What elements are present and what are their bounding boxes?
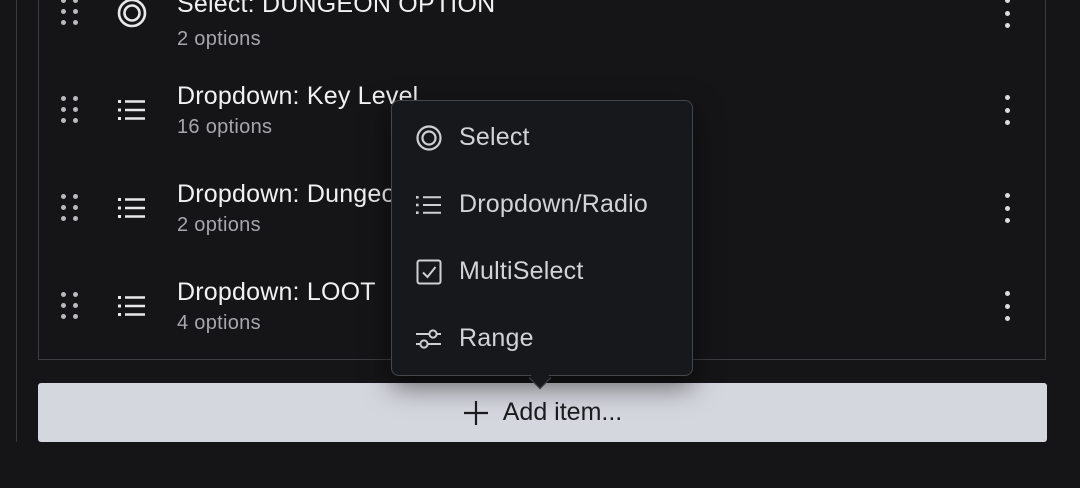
drag-handle-icon[interactable] (61, 96, 81, 126)
list-icon (118, 296, 145, 316)
checkbox-icon (416, 259, 442, 285)
menu-item-dropdown-radio[interactable]: Dropdown/Radio (392, 174, 692, 236)
menu-item-select[interactable]: Select (392, 107, 692, 169)
more-options-icon[interactable] (997, 93, 1017, 127)
plus-icon (463, 400, 488, 425)
item-title: Dropdown: Dungeon (177, 180, 410, 208)
more-options-icon[interactable] (997, 191, 1017, 225)
item-options-count: 2 options (177, 214, 261, 236)
add-item-button[interactable]: Add item... (38, 383, 1047, 442)
menu-item-label: MultiSelect (459, 257, 584, 285)
select-circle-icon (117, 0, 147, 28)
menu-item-range[interactable]: Range (392, 308, 692, 370)
more-options-icon[interactable] (997, 0, 1017, 30)
menu-item-label: Select (459, 123, 530, 151)
item-options-count: 16 options (177, 116, 273, 138)
drag-handle-icon[interactable] (61, 292, 81, 322)
item-title: Dropdown: LOOT (177, 278, 376, 306)
add-item-label: Add item... (502, 398, 623, 426)
select-circle-icon (416, 125, 442, 151)
item-options-count: 4 options (177, 312, 261, 334)
editor-stage: Select: DUNGEON OPTION 2 options Dropdow… (0, 0, 1080, 488)
drag-handle-icon[interactable] (61, 0, 81, 28)
list-item[interactable]: Select: DUNGEON OPTION 2 options (39, 0, 1045, 62)
list-icon (118, 198, 145, 218)
outer-rail (16, 0, 17, 442)
add-item-menu: Select Dropdown/Radio MultiSelect Range (391, 100, 693, 376)
more-options-icon[interactable] (997, 289, 1017, 323)
list-icon (118, 100, 145, 120)
menu-item-label: Dropdown/Radio (459, 190, 649, 218)
item-options-count: 2 options (177, 28, 261, 50)
item-title: Dropdown: Key Level (177, 82, 419, 110)
menu-item-multiselect[interactable]: MultiSelect (392, 241, 692, 303)
menu-item-label: Range (459, 324, 534, 352)
item-title: Select: DUNGEON OPTION (177, 0, 496, 18)
sliders-icon (416, 329, 441, 349)
drag-handle-icon[interactable] (61, 194, 81, 224)
list-icon (416, 196, 441, 214)
